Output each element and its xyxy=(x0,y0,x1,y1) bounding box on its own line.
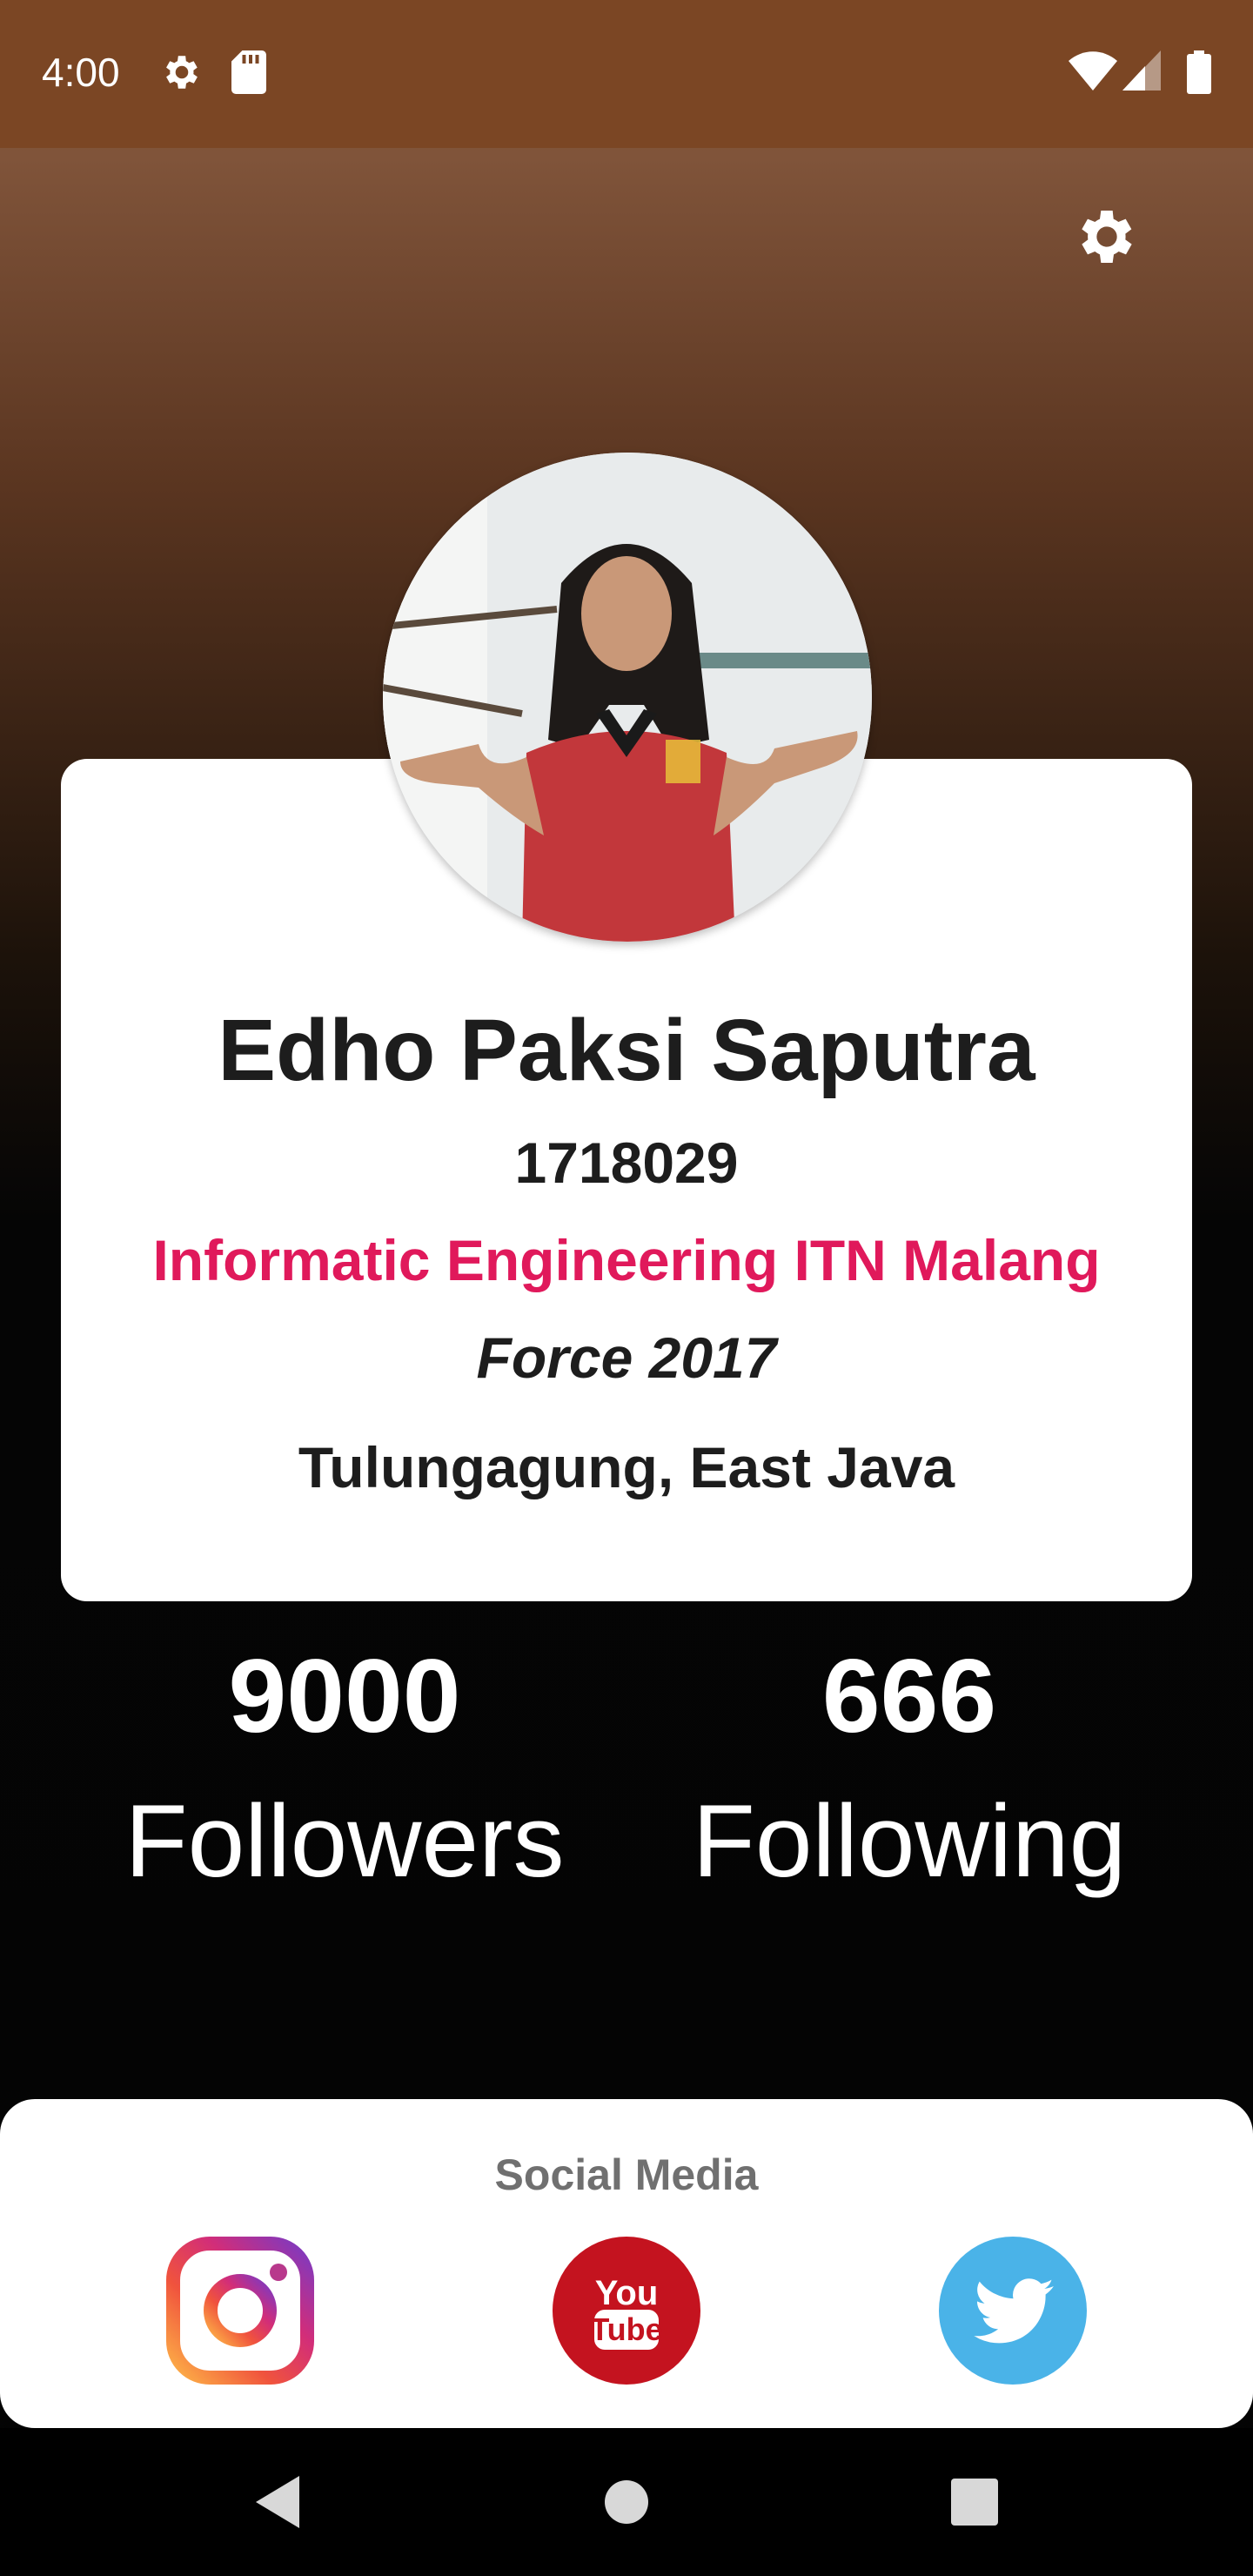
youtube-you-text: You xyxy=(595,2274,659,2312)
following-label: Following xyxy=(692,1784,1127,1899)
status-bar: 4:00 xyxy=(0,0,1253,148)
instagram-icon[interactable] xyxy=(166,2237,314,2385)
twitter-icon[interactable] xyxy=(939,2237,1087,2385)
battery-icon xyxy=(1187,50,1211,94)
student-id: 1718029 xyxy=(514,1130,739,1195)
sd-card-icon xyxy=(231,50,266,94)
hometown-text: Tulungagung, East Java xyxy=(298,1435,955,1499)
settings-status-icon xyxy=(166,56,198,89)
signal-icon xyxy=(1122,50,1161,91)
home-icon[interactable] xyxy=(596,2472,657,2532)
followers-count: 9000 xyxy=(228,1638,461,1754)
settings-icon[interactable] xyxy=(1072,202,1142,272)
batch-text: Force 2017 xyxy=(476,1325,777,1390)
back-icon[interactable] xyxy=(249,2472,310,2532)
youtube-icon[interactable]: You Tube xyxy=(553,2237,700,2385)
wifi-icon xyxy=(1069,51,1117,91)
profile-name: Edho Paksi Saputra xyxy=(218,1002,1035,1099)
following-count: 666 xyxy=(821,1638,997,1754)
social-media-title: Social Media xyxy=(494,2150,759,2199)
followers-label: Followers xyxy=(124,1784,565,1899)
recents-icon[interactable] xyxy=(944,2472,1005,2532)
avatar-photo xyxy=(383,453,872,942)
youtube-tube-text: Tube xyxy=(590,2311,662,2347)
avatar xyxy=(383,453,872,942)
major-text: Informatic Engineering ITN Malang xyxy=(152,1228,1101,1292)
status-time: 4:00 xyxy=(42,50,120,95)
